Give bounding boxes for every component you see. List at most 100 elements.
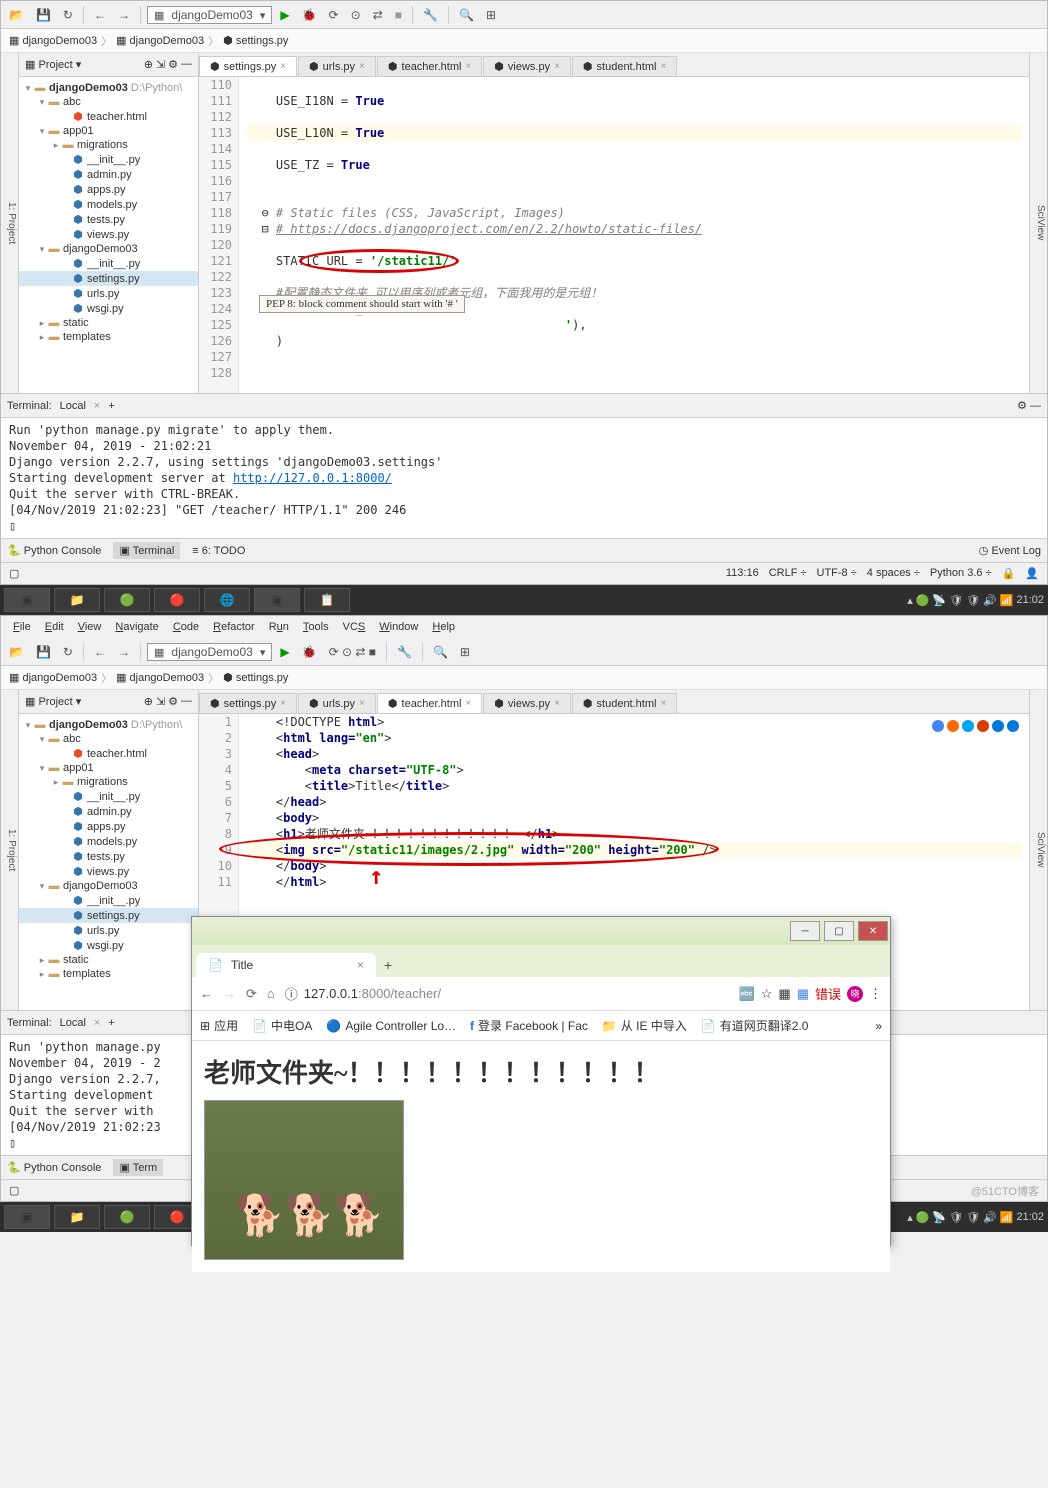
- tree-templates[interactable]: ▸▬templates: [19, 330, 198, 344]
- forward-icon[interactable]: →: [114, 643, 134, 661]
- bm-agile[interactable]: 🔵 Agile Controller Lo…: [326, 1019, 456, 1033]
- server-url-link[interactable]: http://127.0.0.1:8000/: [233, 471, 392, 485]
- tab-teacher[interactable]: ⬢ teacher.html ×: [377, 56, 482, 76]
- line-sep[interactable]: CRLF ÷: [769, 567, 807, 580]
- tab-python-console-2[interactable]: 🐍 Python Console: [7, 1161, 101, 1174]
- bm-facebook[interactable]: f 登录 Facebook | Fac: [470, 1017, 588, 1034]
- nav-reload[interactable]: ⟳: [246, 986, 257, 1002]
- bc-root[interactable]: ▦ djangoDemo03: [9, 34, 97, 47]
- tb-app3[interactable]: 📋: [304, 588, 350, 612]
- python-version[interactable]: Python 3.6 ÷: [930, 567, 992, 580]
- encoding[interactable]: UTF-8 ÷: [817, 567, 857, 580]
- forward-icon[interactable]: →: [114, 6, 134, 24]
- more-icons[interactable]: ⟳ ⊙ ⇄ ■: [325, 643, 380, 661]
- menu-tools[interactable]: Tools: [297, 619, 335, 635]
- nav-forward[interactable]: →: [223, 986, 236, 1001]
- tb-chrome[interactable]: 🌐: [204, 588, 250, 612]
- tb-app1[interactable]: 🟢: [104, 1205, 150, 1229]
- lock-icon[interactable]: 🔒: [1002, 567, 1016, 580]
- menu-navigate[interactable]: Navigate: [109, 619, 164, 635]
- menu-run[interactable]: Run: [263, 619, 295, 635]
- apps-button[interactable]: ⊞ 应用: [200, 1017, 238, 1034]
- new-tab-button[interactable]: +: [376, 953, 400, 977]
- code-editor[interactable]: 1101111121131141151161171181191201211221…: [199, 77, 1029, 393]
- settings-icon[interactable]: 🔧: [393, 643, 416, 661]
- menu-window[interactable]: Window: [373, 619, 424, 635]
- tree-app01[interactable]: ▾▬app01: [19, 124, 198, 138]
- tab2-urls[interactable]: ⬢ urls.py ×: [298, 693, 376, 713]
- browser-preview-icons[interactable]: [932, 720, 1019, 732]
- bm-youdao[interactable]: 📄 有道网页翻译2.0: [701, 1017, 809, 1034]
- maximize-button[interactable]: ▢: [824, 921, 854, 941]
- sidebar-tab-sciview-2[interactable]: SciView: [1029, 690, 1047, 1010]
- indent[interactable]: 4 spaces ÷: [867, 567, 920, 580]
- tree-views[interactable]: ⬢views.py: [19, 227, 198, 242]
- structure-icon[interactable]: ⊞: [456, 643, 474, 661]
- tree-models[interactable]: ⬢models.py: [19, 197, 198, 212]
- tab-settings[interactable]: ⬢ settings.py ×: [199, 56, 297, 76]
- tree-static[interactable]: ▸▬static: [19, 316, 198, 330]
- tb-app2[interactable]: 🔴: [154, 588, 200, 612]
- tree-root[interactable]: ▾▬djangoDemo03 D:\Python\: [19, 718, 198, 732]
- bm-zdoa[interactable]: 📄 中电OA: [252, 1017, 312, 1034]
- tab2-views[interactable]: ⬢ views.py ×: [483, 693, 571, 713]
- tree-init2[interactable]: ⬢__init__.py: [19, 256, 198, 271]
- tree-tests[interactable]: ⬢tests.py: [19, 212, 198, 227]
- settings-icon[interactable]: 🔧: [419, 6, 442, 24]
- terminal-output[interactable]: Run 'python manage.py migrate' to apply …: [1, 418, 1047, 538]
- back-icon[interactable]: ←: [90, 643, 110, 661]
- menu-vcs[interactable]: VCS: [337, 619, 372, 635]
- minimize-button[interactable]: ─: [790, 921, 820, 941]
- tree-teacher[interactable]: ⬢teacher.html: [19, 109, 198, 124]
- browser-tab[interactable]: 📄Title×: [196, 953, 376, 977]
- bm-ie-import[interactable]: 📁 从 IE 中导入: [602, 1017, 687, 1034]
- debug-icon[interactable]: 🐞: [298, 643, 321, 661]
- open-icon[interactable]: 📂: [5, 643, 28, 661]
- bc-file[interactable]: ⬢ settings.py: [223, 34, 288, 47]
- tab-views[interactable]: ⬢ views.py ×: [483, 56, 571, 76]
- ext1-icon[interactable]: ▦: [778, 986, 790, 1002]
- menu-edit[interactable]: Edit: [39, 619, 70, 635]
- sidebar-tab-sciview[interactable]: SciView: [1029, 53, 1047, 393]
- profile-icon[interactable]: ⊙: [347, 6, 365, 24]
- refresh-icon[interactable]: ↻: [59, 643, 77, 661]
- bc-pkg[interactable]: ▦ djangoDemo03: [116, 34, 204, 47]
- stop-icon[interactable]: ■: [391, 6, 406, 24]
- tab-todo[interactable]: ≡ 6: TODO: [192, 545, 245, 557]
- nav-back[interactable]: ←: [200, 986, 213, 1001]
- back-icon[interactable]: ←: [90, 6, 110, 24]
- run-icon[interactable]: ▶: [276, 6, 293, 24]
- run-config-selector[interactable]: ▦ djangoDemo03 ▾: [147, 6, 272, 24]
- search-icon[interactable]: 🔍: [455, 6, 478, 24]
- menu-file[interactable]: File: [7, 619, 37, 635]
- star-icon[interactable]: ☆: [761, 986, 773, 1002]
- tab2-student[interactable]: ⬢ student.html ×: [572, 693, 677, 713]
- tree-wsgi[interactable]: ⬢wsgi.py: [19, 301, 198, 316]
- tree-migrations[interactable]: ▸▬migrations: [19, 138, 198, 152]
- tb-cmd[interactable]: ▣: [4, 588, 50, 612]
- menu-help[interactable]: Help: [426, 619, 461, 635]
- save-icon[interactable]: 💾: [32, 6, 55, 24]
- error-badge[interactable]: 错误: [815, 984, 841, 1003]
- tab-student[interactable]: ⬢ student.html ×: [572, 56, 677, 76]
- menu-refactor[interactable]: Refactor: [207, 619, 261, 635]
- search-icon[interactable]: 🔍: [429, 643, 452, 661]
- inspector-icon[interactable]: 👤: [1025, 567, 1039, 580]
- translate-icon[interactable]: 🔤: [739, 986, 755, 1002]
- tab-terminal-2[interactable]: ▣ Term: [113, 1159, 163, 1176]
- debug-icon[interactable]: 🐞: [298, 6, 321, 24]
- tab-python-console[interactable]: 🐍 Python Console: [7, 544, 101, 557]
- tab-urls[interactable]: ⬢ urls.py ×: [298, 56, 376, 76]
- browser-titlebar[interactable]: ─ ▢ ✕: [192, 917, 890, 945]
- structure-icon[interactable]: ⊞: [482, 6, 500, 24]
- tb-app1[interactable]: 🟢: [104, 588, 150, 612]
- tree-settings[interactable]: ⬢settings.py: [19, 271, 198, 286]
- tb-cmd[interactable]: ▣: [4, 1205, 50, 1229]
- close-button[interactable]: ✕: [858, 921, 888, 941]
- ext3-icon[interactable]: 晓: [847, 986, 863, 1002]
- nav-home[interactable]: ⌂: [267, 986, 275, 1001]
- coverage-icon[interactable]: ⟳: [325, 6, 343, 24]
- tree-urls[interactable]: ⬢urls.py: [19, 286, 198, 301]
- bookmarks-overflow[interactable]: »: [875, 1019, 882, 1033]
- menu-code[interactable]: Code: [167, 619, 205, 635]
